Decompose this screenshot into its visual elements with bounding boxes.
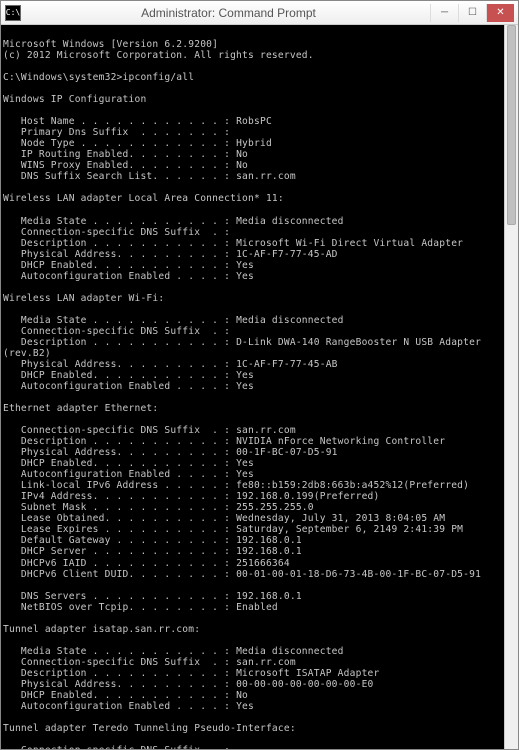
- isatap-dhcp-val: No: [230, 690, 248, 701]
- scrollbar[interactable]: [504, 25, 518, 749]
- eth-iaid-key: DHCPv6 IAID . . . . . . . . . . . :: [3, 558, 230, 569]
- eth-duid-key: DHCPv6 Client DUID. . . . . . . . :: [3, 569, 230, 580]
- eth-desc-key: Description . . . . . . . . . . . :: [3, 436, 230, 447]
- eth-dhcp-val: Yes: [230, 458, 254, 469]
- wlan1-auto-val: Yes: [230, 271, 254, 282]
- command-prompt-window: C:\ Administrator: Command Prompt ─ ☐ ✕ …: [0, 0, 519, 750]
- eth-leaseexp-key: Lease Expires . . . . . . . . . . :: [3, 524, 230, 535]
- eth-gateway-val: 192.168.0.1: [230, 535, 302, 546]
- isatap-dhcp-key: DHCP Enabled. . . . . . . . . . . :: [3, 690, 230, 701]
- eth-dns-val: 192.168.0.1: [230, 591, 302, 602]
- host-name-val: RobsPC: [230, 116, 272, 127]
- prompt-ipconfig: C:\Windows\system32>ipconfig/all: [3, 72, 194, 83]
- isatap-desc-key: Description . . . . . . . . . . . :: [3, 668, 230, 679]
- eth-mask-key: Subnet Mask . . . . . . . . . . . :: [3, 502, 230, 513]
- eth-ipv4-val: 192.168.0.199(Preferred): [230, 491, 379, 502]
- cmd-icon: C:\: [5, 5, 21, 21]
- eth-phys-key: Physical Address. . . . . . . . . :: [3, 447, 230, 458]
- isatap-media-key: Media State . . . . . . . . . . . :: [3, 646, 230, 657]
- isatap-conn-key: Connection-specific DNS Suffix . :: [3, 657, 230, 668]
- wlan2-dhcp-key: DHCP Enabled. . . . . . . . . . . :: [3, 370, 230, 381]
- wlan2-phys-key: Physical Address. . . . . . . . . :: [3, 359, 230, 370]
- terminal-output[interactable]: Microsoft Windows [Version 6.2.9200] (c)…: [1, 25, 518, 749]
- copyright-line: (c) 2012 Microsoft Corporation. All righ…: [3, 50, 314, 61]
- ip-routing-val: No: [230, 149, 248, 160]
- wlan1-phys-val: 1C-AF-F7-77-45-AD: [230, 249, 338, 260]
- eth-ll6-key: Link-local IPv6 Address . . . . . :: [3, 480, 230, 491]
- eth-netbios-val: Enabled: [230, 602, 278, 613]
- eth-desc-val: NVIDIA nForce Networking Controller: [230, 436, 445, 447]
- isatap-phys-val: 00-00-00-00-00-00-00-E0: [230, 679, 373, 690]
- minimize-button[interactable]: ─: [430, 4, 458, 22]
- dns-suffix-val: san.rr.com: [230, 171, 296, 182]
- titlebar[interactable]: C:\ Administrator: Command Prompt ─ ☐ ✕: [1, 1, 518, 25]
- isatap-desc-val: Microsoft ISATAP Adapter: [230, 668, 379, 679]
- dns-suffix-key: DNS Suffix Search List. . . . . . :: [3, 171, 230, 182]
- eth-mask-val: 255.255.255.0: [230, 502, 314, 513]
- eth-netbios-key: NetBIOS over Tcpip. . . . . . . . :: [3, 602, 230, 613]
- wins-proxy-val: No: [230, 160, 248, 171]
- header-isatap: Tunnel adapter isatap.san.rr.com:: [3, 624, 200, 635]
- isatap-auto-key: Autoconfiguration Enabled . . . . :: [3, 701, 230, 712]
- eth-dhcps-key: DHCP Server . . . . . . . . . . . :: [3, 546, 230, 557]
- eth-leaseobt-val: Wednesday, July 31, 2013 8:04:05 AM: [230, 513, 445, 524]
- node-type-val: Hybrid: [230, 138, 272, 149]
- wlan2-auto-key: Autoconfiguration Enabled . . . . :: [3, 381, 230, 392]
- eth-duid-val: 00-01-00-01-18-D6-73-4B-00-1F-BC-07-D5-9…: [230, 569, 481, 580]
- wlan2-auto-val: Yes: [230, 381, 254, 392]
- eth-auto-key: Autoconfiguration Enabled . . . . :: [3, 469, 230, 480]
- version-line: Microsoft Windows [Version 6.2.9200]: [3, 39, 218, 50]
- eth-iaid-val: 251666364: [230, 558, 290, 569]
- wlan1-phys-key: Physical Address. . . . . . . . . :: [3, 249, 230, 260]
- header-ipconfig: Windows IP Configuration: [3, 94, 146, 105]
- window-title: Administrator: Command Prompt: [27, 6, 430, 20]
- wlan2-media-key: Media State . . . . . . . . . . . :: [3, 315, 230, 326]
- window-controls: ─ ☐ ✕: [430, 4, 514, 22]
- wlan1-media-val: Media disconnected: [230, 216, 344, 227]
- header-teredo: Tunnel adapter Teredo Tunneling Pseudo-I…: [3, 723, 296, 734]
- wlan2-desc-val: D-Link DWA-140 RangeBooster N USB Adapte…: [230, 337, 481, 348]
- primary-dns-key: Primary Dns Suffix . . . . . . . :: [3, 127, 230, 138]
- maximize-button[interactable]: ☐: [458, 4, 486, 22]
- wlan2-media-val: Media disconnected: [230, 315, 344, 326]
- eth-dns-key: DNS Servers . . . . . . . . . . . :: [3, 591, 230, 602]
- eth-dhcps-val: 192.168.0.1: [230, 546, 302, 557]
- wins-proxy-key: WINS Proxy Enabled. . . . . . . . :: [3, 160, 230, 171]
- wlan2-conn-key: Connection-specific DNS Suffix . :: [3, 326, 230, 337]
- isatap-auto-val: Yes: [230, 701, 254, 712]
- isatap-media-val: Media disconnected: [230, 646, 344, 657]
- node-type-key: Node Type . . . . . . . . . . . . :: [3, 138, 230, 149]
- wlan1-auto-key: Autoconfiguration Enabled . . . . :: [3, 271, 230, 282]
- wlan1-conn-key: Connection-specific DNS Suffix . :: [3, 227, 230, 238]
- header-wlan1: Wireless LAN adapter Local Area Connecti…: [3, 193, 284, 204]
- wlan2-desc-key: Description . . . . . . . . . . . :: [3, 337, 230, 348]
- header-wlan2: Wireless LAN adapter Wi-Fi:: [3, 293, 164, 304]
- teredo-conn-key: Connection-specific DNS Suffix . :: [3, 745, 230, 749]
- eth-gateway-key: Default Gateway . . . . . . . . . :: [3, 535, 230, 546]
- ip-routing-key: IP Routing Enabled. . . . . . . . :: [3, 149, 230, 160]
- host-name-key: Host Name . . . . . . . . . . . . :: [3, 116, 230, 127]
- wlan1-desc-key: Description . . . . . . . . . . . :: [3, 238, 230, 249]
- wlan1-dhcp-val: Yes: [230, 260, 254, 271]
- wlan2-rev: (rev.B2): [3, 348, 51, 359]
- eth-leaseobt-key: Lease Obtained. . . . . . . . . . :: [3, 513, 230, 524]
- close-button[interactable]: ✕: [486, 4, 514, 22]
- wlan2-phys-val: 1C-AF-F7-77-45-AB: [230, 359, 338, 370]
- eth-ipv4-key: IPv4 Address. . . . . . . . . . . :: [3, 491, 230, 502]
- scrollbar-thumb[interactable]: [507, 25, 516, 225]
- eth-ll6-val: fe80::b159:2db8:663b:a452%12(Preferred): [230, 480, 469, 491]
- eth-phys-val: 00-1F-BC-07-D5-91: [230, 447, 338, 458]
- wlan1-media-key: Media State . . . . . . . . . . . :: [3, 216, 230, 227]
- eth-conn-val: san.rr.com: [230, 425, 296, 436]
- eth-auto-val: Yes: [230, 469, 254, 480]
- eth-leaseexp-val: Saturday, September 6, 2149 2:41:39 PM: [230, 524, 463, 535]
- wlan2-dhcp-val: Yes: [230, 370, 254, 381]
- header-ethernet: Ethernet adapter Ethernet:: [3, 403, 158, 414]
- wlan1-desc-val: Microsoft Wi-Fi Direct Virtual Adapter: [230, 238, 463, 249]
- isatap-conn-val: san.rr.com: [230, 657, 296, 668]
- wlan1-dhcp-key: DHCP Enabled. . . . . . . . . . . :: [3, 260, 230, 271]
- eth-dhcp-key: DHCP Enabled. . . . . . . . . . . :: [3, 458, 230, 469]
- isatap-phys-key: Physical Address. . . . . . . . . :: [3, 679, 230, 690]
- eth-conn-key: Connection-specific DNS Suffix . :: [3, 425, 230, 436]
